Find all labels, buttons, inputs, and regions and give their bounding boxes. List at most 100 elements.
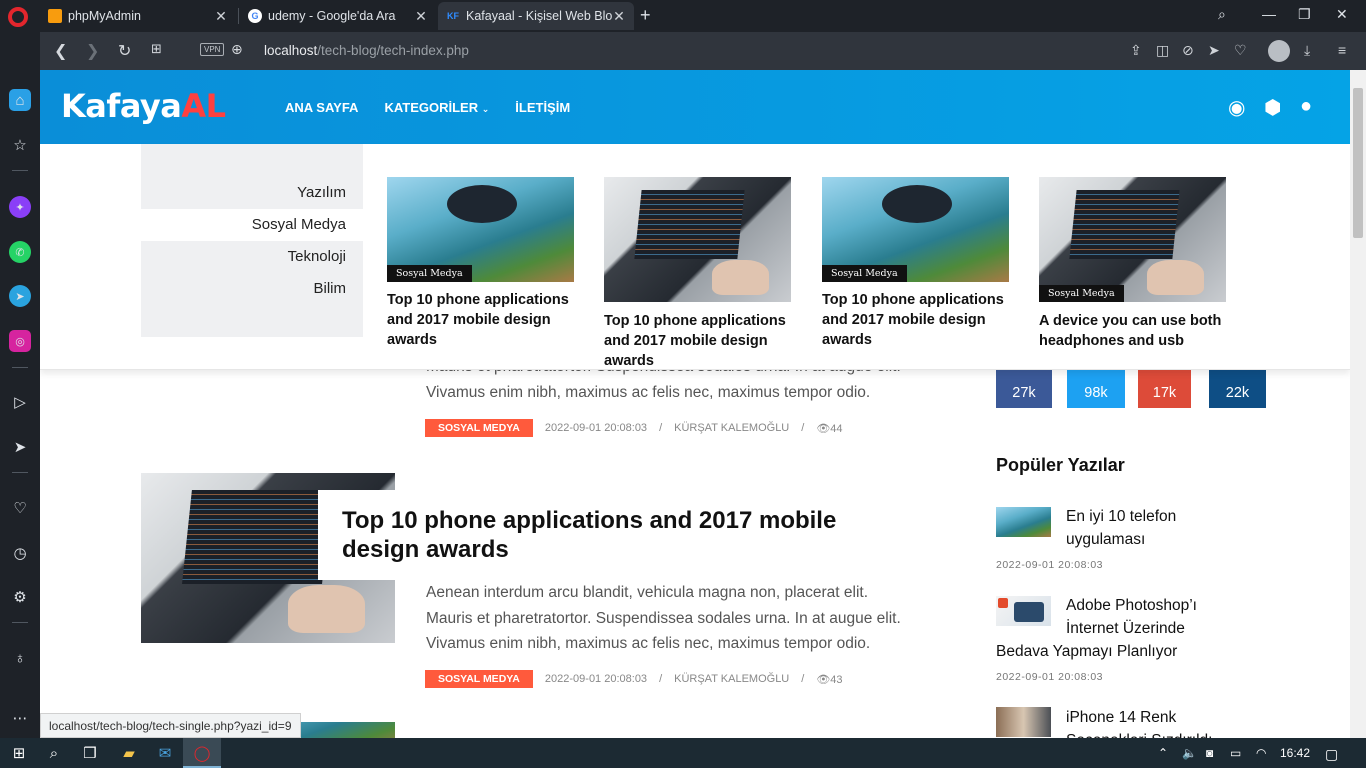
close-tab-icon[interactable]: ✕ bbox=[612, 8, 626, 25]
page-scrollbar[interactable] bbox=[1350, 70, 1366, 738]
vpn-badge[interactable]: VPN bbox=[200, 43, 225, 56]
heart-icon[interactable]: ♡ bbox=[1234, 42, 1247, 59]
rss-icon[interactable]: ◉ bbox=[1228, 95, 1245, 120]
file-explorer-icon[interactable]: ▰ bbox=[119, 743, 139, 763]
apple-icon[interactable]: ● bbox=[1300, 95, 1312, 118]
tab-kafayaal[interactable]: KF Kafayaal - Kişisel Web Blogu ✕ bbox=[438, 2, 634, 30]
site-logo[interactable]: KafayaAL bbox=[61, 87, 226, 125]
history-icon[interactable]: ◷ bbox=[9, 542, 31, 564]
camera-icon[interactable]: ◙ bbox=[1206, 746, 1213, 760]
mega-post-title[interactable]: Top 10 phone applications and 2017 mobil… bbox=[604, 311, 791, 371]
wifi-icon[interactable]: ◠ bbox=[1256, 746, 1266, 760]
maximize-icon[interactable]: ❐ bbox=[1298, 6, 1311, 23]
speed-dial-icon[interactable]: ⊞ bbox=[151, 41, 162, 57]
tab-phpmyadmin[interactable]: phpMyAdmin ✕ bbox=[40, 2, 236, 30]
mega-post-thumbnail[interactable]: Sosyal Medya bbox=[387, 177, 574, 282]
popular-thumbnail[interactable] bbox=[996, 707, 1051, 737]
whatsapp-icon[interactable]: ✆ bbox=[9, 241, 31, 263]
telegram-icon[interactable]: ➤ bbox=[9, 285, 31, 307]
linkedin-counter[interactable]: 22k bbox=[1209, 370, 1266, 408]
tab-google[interactable]: G udemy - Google'da Ara ✕ bbox=[240, 2, 436, 30]
mega-post-card[interactable]: Sosyal Medya A device you can use both h… bbox=[1039, 177, 1226, 351]
mega-post-card[interactable]: Sosyal Medya Top 10 phone applications a… bbox=[387, 177, 574, 350]
menu-categories[interactable]: KATEGORİLER ⌄ bbox=[384, 100, 489, 115]
popular-title[interactable]: Adobe Photoshop’ı İnternet Üzerinde bbox=[1066, 594, 1197, 640]
post-title-box[interactable]: Top 10 phone applications and 2017 mobil… bbox=[318, 490, 893, 580]
category-badge[interactable]: SOSYAL MEDYA bbox=[425, 670, 533, 688]
post-date: 2022-09-01 20:08:03 bbox=[544, 673, 648, 685]
search-tabs-icon[interactable]: ⌕ bbox=[1218, 6, 1226, 23]
reload-icon[interactable]: ↻ bbox=[118, 41, 131, 61]
share-icon[interactable]: ⇪ bbox=[1130, 42, 1142, 59]
menu-icon[interactable]: ≡ bbox=[1338, 42, 1346, 58]
post-title[interactable]: Top 10 phone applications and 2017 mobil… bbox=[342, 506, 869, 564]
home-icon[interactable]: ⌂ bbox=[9, 89, 31, 111]
windows-start-icon[interactable]: ⊞ bbox=[9, 743, 29, 763]
menu-contact[interactable]: İLETİŞİM bbox=[515, 100, 570, 115]
popular-thumbnail[interactable] bbox=[996, 507, 1051, 537]
adblock-icon[interactable]: ⊘ bbox=[1182, 42, 1194, 59]
speed-dial-star-icon[interactable]: ☆ bbox=[9, 134, 31, 156]
sidebar-more-icon[interactable]: ⋯ bbox=[9, 707, 31, 729]
post-author[interactable]: KÜRŞAT KALEMOĞLU bbox=[674, 422, 789, 434]
messenger-icon[interactable]: ✦ bbox=[9, 196, 31, 218]
clock[interactable]: 16:42 bbox=[1280, 746, 1310, 760]
download-icon[interactable]: ⤓ bbox=[1304, 42, 1310, 59]
mega-post-thumbnail[interactable]: Sosyal Medya bbox=[1039, 177, 1226, 302]
globe-icon[interactable]: ⊕ bbox=[231, 41, 243, 58]
view-count: 👁44 bbox=[816, 422, 843, 435]
android-icon[interactable]: ⬢ bbox=[1264, 95, 1281, 120]
popular-title[interactable]: iPhone 14 Renk Seçenekleri Sızdırıldı bbox=[1066, 706, 1212, 738]
category-bilim[interactable]: Bilim bbox=[141, 273, 363, 305]
flow-icon[interactable]: ➤ bbox=[9, 436, 31, 458]
back-icon[interactable]: ❮ bbox=[54, 41, 67, 61]
player-icon[interactable]: ▷ bbox=[9, 391, 31, 413]
mega-post-card[interactable]: Top 10 phone applications and 2017 mobil… bbox=[604, 177, 791, 371]
send-icon[interactable]: ➤ bbox=[1208, 42, 1220, 59]
volume-icon[interactable]: 🔈 bbox=[1182, 746, 1197, 760]
bookmarks-icon[interactable]: ♡ bbox=[9, 497, 31, 519]
mega-post-thumbnail[interactable]: Sosyal Medya bbox=[822, 177, 1009, 282]
category-badge[interactable]: SOSYAL MEDYA bbox=[425, 419, 533, 437]
popular-thumbnail[interactable] bbox=[996, 596, 1051, 626]
mega-post-card[interactable]: Sosyal Medya Top 10 phone applications a… bbox=[822, 177, 1009, 350]
mega-post-title[interactable]: A device you can use both headphones and… bbox=[1039, 311, 1226, 351]
snapshot-icon[interactable]: ◫ bbox=[1156, 42, 1169, 59]
eye-icon: 👁 bbox=[816, 422, 831, 435]
close-tab-icon[interactable]: ✕ bbox=[214, 8, 228, 25]
scrollbar-thumb[interactable] bbox=[1353, 88, 1363, 238]
url-field[interactable]: localhost/tech-blog/tech-index.php bbox=[264, 43, 469, 58]
minimize-icon[interactable]: — bbox=[1262, 6, 1276, 22]
mega-post-title[interactable]: Top 10 phone applications and 2017 mobil… bbox=[822, 290, 1009, 350]
instagram-icon[interactable]: ◎ bbox=[9, 330, 31, 352]
profile-avatar-icon[interactable] bbox=[1268, 40, 1290, 62]
close-tab-icon[interactable]: ✕ bbox=[414, 8, 428, 25]
popular-title[interactable]: En iyi 10 telefon uygulaması bbox=[1066, 505, 1176, 551]
new-tab-icon[interactable]: + bbox=[640, 5, 651, 26]
menu-home[interactable]: ANA SAYFA bbox=[285, 100, 358, 115]
settings-icon[interactable]: ⚙ bbox=[9, 586, 31, 608]
google-plus-counter[interactable]: 17k bbox=[1138, 370, 1191, 408]
mega-post-title[interactable]: Top 10 phone applications and 2017 mobil… bbox=[387, 290, 574, 350]
category-sosyal-medya[interactable]: Sosyal Medya bbox=[141, 209, 363, 241]
notification-icon[interactable]: ▢ bbox=[1325, 746, 1338, 763]
opera-icon[interactable]: ◯ bbox=[192, 743, 212, 763]
opera-logo-icon[interactable] bbox=[8, 7, 28, 27]
battery-icon[interactable]: ▭ bbox=[1230, 746, 1241, 760]
post-excerpt: Aenean interdum arcu blandit, vehicula m… bbox=[426, 584, 901, 652]
category-badge: Sosyal Medya bbox=[1039, 285, 1124, 302]
task-view-icon[interactable]: ❒ bbox=[80, 743, 100, 763]
mega-post-thumbnail[interactable] bbox=[604, 177, 791, 302]
mail-icon[interactable]: ✉ bbox=[155, 743, 175, 763]
category-yazilim[interactable]: Yazılım bbox=[141, 177, 363, 209]
facebook-counter[interactable]: 27k bbox=[996, 370, 1052, 408]
post-author[interactable]: KÜRŞAT KALEMOĞLU bbox=[674, 673, 789, 685]
popular-title-cont[interactable]: Bedava Yapmayı Planlıyor bbox=[996, 640, 1177, 663]
twitter-counter[interactable]: 98k bbox=[1067, 370, 1125, 408]
tips-icon[interactable]: ♁ bbox=[9, 647, 31, 669]
tray-chevron-icon[interactable]: ⌃ bbox=[1158, 746, 1168, 760]
search-icon[interactable]: ⌕ bbox=[44, 743, 64, 763]
forward-icon[interactable]: ❯ bbox=[86, 41, 99, 61]
category-teknoloji[interactable]: Teknoloji bbox=[141, 241, 363, 273]
close-window-icon[interactable]: ✕ bbox=[1336, 6, 1348, 23]
